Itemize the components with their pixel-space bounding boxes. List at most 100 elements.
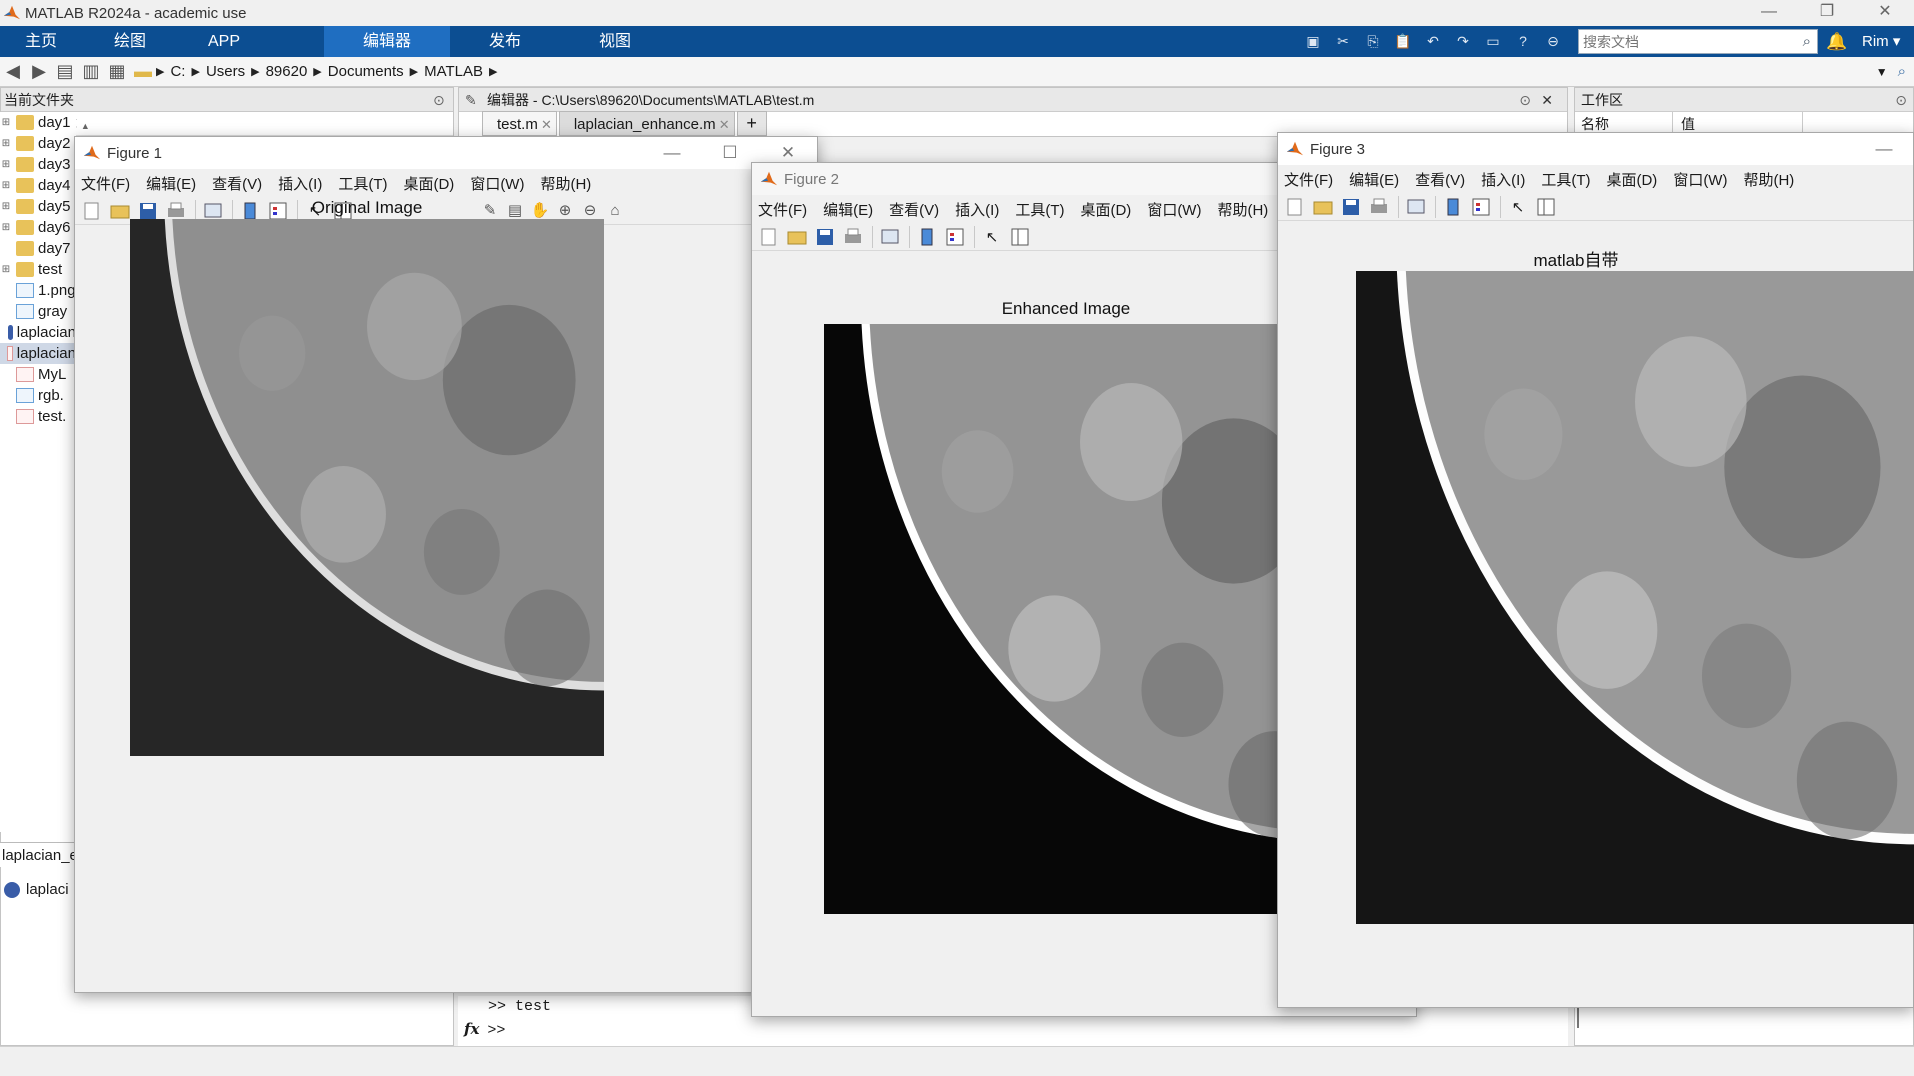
tab-view[interactable]: 视图: [560, 26, 670, 57]
menu-tools[interactable]: 工具(T): [1015, 199, 1064, 220]
expand-icon[interactable]: ⊞: [0, 196, 12, 217]
tab-test-m[interactable]: test.m ✕: [482, 111, 557, 136]
expand-icon[interactable]: ⊞: [0, 217, 12, 238]
breadcrumb-users[interactable]: Users: [206, 63, 245, 80]
edit-plot-cursor-icon[interactable]: ↖: [1507, 196, 1529, 218]
expand-icon[interactable]: ⊞: [0, 175, 12, 196]
minimize-icon[interactable]: —: [643, 137, 701, 169]
panel-options-icon[interactable]: ⊙: [1519, 88, 1531, 112]
list-item[interactable]: test.: [0, 406, 76, 427]
new-figure-icon[interactable]: [758, 226, 780, 248]
zoom-out-icon[interactable]: ⊖: [579, 199, 601, 221]
list-item[interactable]: ⊞ day3: [0, 154, 76, 175]
help-icon[interactable]: ?: [1510, 29, 1536, 53]
menu-edit[interactable]: 编辑(E): [823, 199, 873, 220]
breadcrumb-user-id[interactable]: 89620: [266, 63, 308, 80]
cut-icon[interactable]: ✂: [1330, 29, 1356, 53]
menu-view[interactable]: 查看(V): [1415, 169, 1465, 190]
tab-home[interactable]: 主页: [0, 26, 82, 57]
breadcrumb-documents[interactable]: Documents: [328, 63, 404, 80]
list-item[interactable]: rgb.: [0, 385, 76, 406]
up-folder-icon[interactable]: ▤: [52, 61, 78, 82]
tab-plots[interactable]: 绘图: [82, 26, 178, 57]
list-item[interactable]: MyL: [0, 364, 76, 385]
minimize-icon[interactable]: —: [1740, 0, 1798, 26]
details-item[interactable]: laplaci: [0, 878, 76, 902]
print-icon[interactable]: [842, 226, 864, 248]
colorbar-icon[interactable]: [1442, 196, 1464, 218]
open-file-icon[interactable]: [109, 200, 131, 222]
add-tab-button[interactable]: +: [736, 111, 767, 136]
menu-view[interactable]: 查看(V): [212, 173, 262, 194]
back-icon[interactable]: ◀: [0, 61, 26, 82]
menu-file[interactable]: 文件(F): [81, 173, 130, 194]
open-file-icon[interactable]: [786, 226, 808, 248]
legend-icon[interactable]: [1470, 196, 1492, 218]
menu-file[interactable]: 文件(F): [1284, 169, 1333, 190]
legend-icon[interactable]: [944, 226, 966, 248]
paste-icon[interactable]: 📋: [1390, 29, 1416, 53]
forward-icon[interactable]: ▶: [26, 61, 52, 82]
menu-window[interactable]: 窗口(W): [1673, 169, 1727, 190]
open-file-icon[interactable]: [1312, 196, 1334, 218]
save-icon[interactable]: ▣: [1300, 29, 1326, 53]
undo-icon[interactable]: ↶: [1420, 29, 1446, 53]
menu-edit[interactable]: 编辑(E): [1349, 169, 1399, 190]
list-item[interactable]: ⊞ test: [0, 259, 76, 280]
link-plot-icon[interactable]: [1405, 196, 1427, 218]
pan-icon[interactable]: ✋: [529, 199, 551, 221]
list-item-selected[interactable]: laplacian: [0, 343, 76, 364]
expand-icon[interactable]: ⊞: [0, 112, 12, 133]
menu-desktop[interactable]: 桌面(D): [1606, 169, 1657, 190]
minimize-icon[interactable]: —: [1855, 133, 1913, 165]
browse-folder-icon[interactable]: ▥: [78, 61, 104, 82]
figure-3-window[interactable]: Figure 3 — 文件(F) 编辑(E) 查看(V) 插入(I) 工具(T)…: [1277, 132, 1914, 1008]
close-editor-icon[interactable]: ✕: [1541, 88, 1553, 112]
list-item[interactable]: ⊞ day4: [0, 175, 76, 196]
close-icon[interactable]: ✕: [1856, 0, 1914, 26]
menu-view[interactable]: 查看(V): [889, 199, 939, 220]
panel-options-icon[interactable]: ⊙: [1895, 88, 1907, 112]
menu-file[interactable]: 文件(F): [758, 199, 807, 220]
list-item[interactable]: 1.png: [0, 280, 76, 301]
home-icon[interactable]: ⌂: [604, 199, 626, 221]
customize-icon[interactable]: ⊖: [1540, 29, 1566, 53]
expand-icon[interactable]: ⊞: [0, 133, 12, 154]
menu-desktop[interactable]: 桌面(D): [1080, 199, 1131, 220]
zoom-in-icon[interactable]: ⊕: [554, 199, 576, 221]
copy-icon[interactable]: ⎘: [1360, 29, 1386, 53]
new-figure-icon[interactable]: [1284, 196, 1306, 218]
menu-help[interactable]: 帮助(H): [1217, 199, 1268, 220]
panel-options-icon[interactable]: ⊙: [433, 88, 445, 112]
function-browser-icon[interactable]: fx: [464, 1020, 479, 1038]
folder-tools-icon[interactable]: ▦: [104, 61, 130, 82]
save-figure-icon[interactable]: [814, 226, 836, 248]
print-icon[interactable]: [1368, 196, 1390, 218]
list-item[interactable]: ⊞ day2: [0, 133, 76, 154]
close-tab-icon[interactable]: ✕: [719, 112, 730, 137]
tab-laplacian-enhance[interactable]: laplacian_enhance.m ✕: [558, 111, 735, 137]
breadcrumb-drive[interactable]: C:: [170, 63, 185, 80]
tab-editor[interactable]: 编辑器: [324, 26, 450, 57]
command-prompt-line[interactable]: fx >>: [458, 1018, 1568, 1040]
restore-icon[interactable]: ❐: [1798, 0, 1856, 26]
path-search-icon[interactable]: ⌕: [1898, 63, 1906, 80]
list-item[interactable]: ⊞ day6: [0, 217, 76, 238]
brush-icon[interactable]: ▤: [504, 199, 526, 221]
menu-insert[interactable]: 插入(I): [278, 173, 322, 194]
save-figure-icon[interactable]: [1340, 196, 1362, 218]
colorbar-icon[interactable]: [916, 226, 938, 248]
figure-1-window[interactable]: Figure 1 — ☐ ✕ 文件(F) 编辑(E) 查看(V) 插入(I) 工…: [74, 136, 818, 993]
expand-icon[interactable]: ⊞: [0, 259, 12, 280]
menu-window[interactable]: 窗口(W): [1147, 199, 1201, 220]
menu-window[interactable]: 窗口(W): [470, 173, 524, 194]
menu-tools[interactable]: 工具(T): [1541, 169, 1590, 190]
list-item[interactable]: ⊞ day5: [0, 196, 76, 217]
expand-icon[interactable]: ⊞: [0, 154, 12, 175]
menu-insert[interactable]: 插入(I): [1481, 169, 1525, 190]
close-tab-icon[interactable]: ✕: [541, 112, 552, 137]
menu-desktop[interactable]: 桌面(D): [403, 173, 454, 194]
edit-plot-cursor-icon[interactable]: ↖: [981, 226, 1003, 248]
menu-help[interactable]: 帮助(H): [540, 173, 591, 194]
notification-bell-icon[interactable]: 🔔: [1826, 29, 1847, 54]
